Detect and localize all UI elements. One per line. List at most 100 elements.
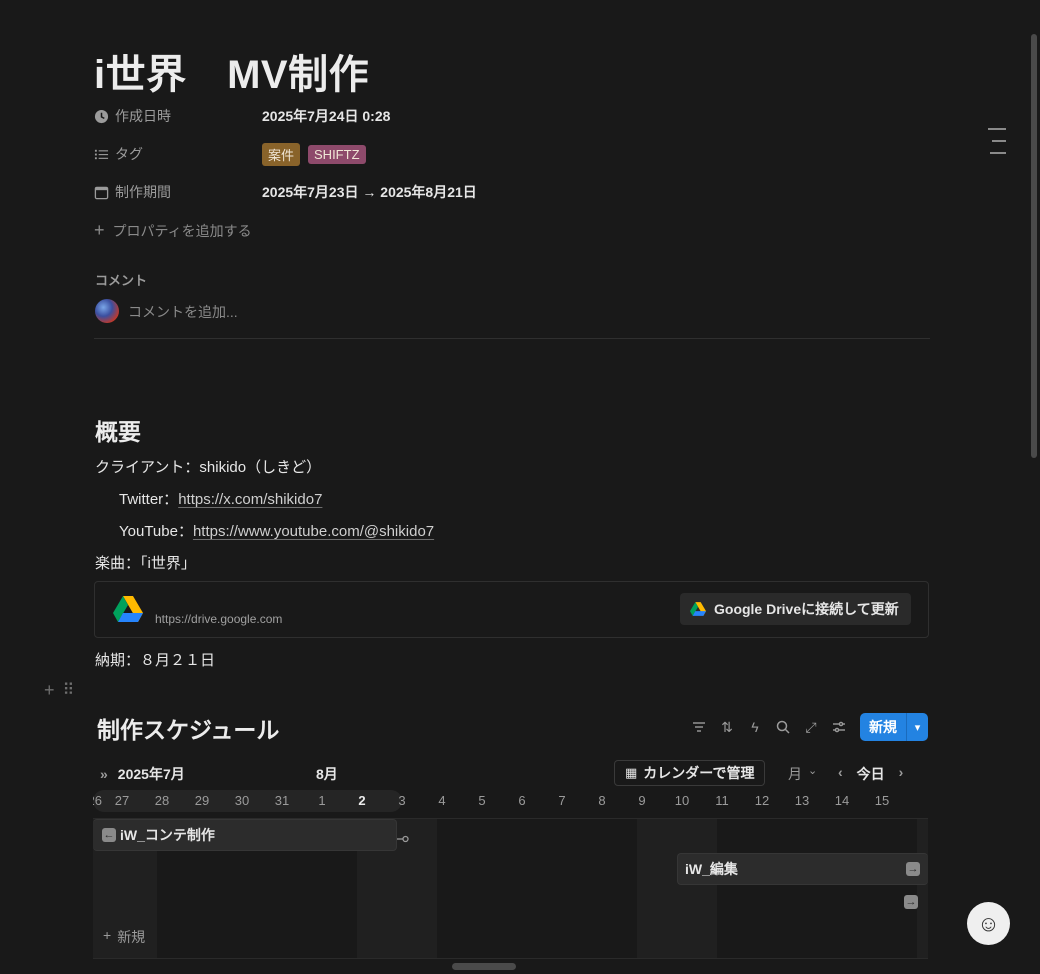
dependency-handle[interactable]: [397, 830, 409, 843]
current-month: 2025年7月: [117, 766, 185, 782]
plus-icon: +: [94, 220, 105, 240]
add-property-button[interactable]: + プロパティを追加する: [94, 220, 252, 241]
arrow-left-icon[interactable]: ←: [102, 828, 116, 842]
day-label: 10: [674, 793, 690, 808]
connect-drive-button[interactable]: Google Driveに接続して更新: [680, 593, 911, 625]
view-select[interactable]: 月 ⌄: [788, 764, 817, 784]
comments-header: コメント: [95, 273, 148, 288]
filter-icon[interactable]: [690, 716, 708, 738]
comment-input[interactable]: コメントを追加...: [128, 302, 238, 322]
day-label: 13: [794, 793, 810, 808]
youtube-label: YouTube：: [119, 523, 193, 540]
google-drive-icon: [113, 596, 143, 622]
property-value: 2025年7月24日 0:28: [262, 108, 391, 124]
day-label: 5: [478, 793, 486, 808]
tag-badge[interactable]: 案件: [262, 142, 301, 166]
chevron-down-icon[interactable]: ▾: [906, 713, 928, 741]
day-label: 3: [398, 793, 406, 808]
manage-calendar-button[interactable]: ▦ カレンダーで管理: [614, 760, 766, 786]
song-line: 楽曲：「i世界」: [95, 555, 196, 572]
plus-icon: +: [103, 927, 112, 943]
next-month-label: 8月: [316, 766, 338, 782]
day-label: 29: [194, 793, 210, 808]
clock-icon: [94, 109, 109, 123]
property-period[interactable]: 制作期間 2025年7月23日 → 2025年8月21日: [94, 180, 477, 204]
day-label: 14: [834, 793, 850, 808]
divider: [94, 338, 930, 339]
page-title[interactable]: i世界 MV制作: [94, 42, 369, 100]
property-label: 作成日時: [115, 108, 171, 124]
month-header: » 2025年7月: [100, 764, 185, 784]
day-label: 8: [598, 793, 606, 808]
settings-icon[interactable]: [830, 716, 848, 738]
table-of-contents[interactable]: [988, 128, 1006, 164]
view-select-label: 月: [788, 766, 802, 782]
chevron-right-icon[interactable]: ›: [899, 764, 904, 784]
youtube-link[interactable]: https://www.youtube.com/@shikido7: [193, 523, 434, 540]
google-drive-icon: [690, 602, 706, 616]
expand-icon[interactable]: ⤢: [802, 716, 820, 738]
day-header-row: 262728293031123456789101112131415: [93, 790, 928, 814]
connect-drive-label: Google Driveに接続して更新: [714, 601, 899, 617]
day-label: 6: [518, 793, 526, 808]
deadline-line: 納期：８月２１日: [95, 652, 216, 669]
arrow-right-icon[interactable]: →: [904, 895, 918, 909]
today-navigation: ‹ 今日 ›: [838, 764, 903, 784]
drive-bookmark[interactable]: https://drive.google.com Google Driveに接続…: [94, 581, 929, 638]
tag-badge[interactable]: SHIFTZ: [308, 144, 366, 164]
sort-icon[interactable]: ⇅: [718, 716, 736, 738]
property-created[interactable]: 作成日時 2025年7月24日 0:28: [94, 104, 390, 128]
today-button[interactable]: 今日: [857, 764, 885, 784]
overview-heading: 概要: [95, 419, 141, 445]
list-icon: [94, 149, 109, 159]
timeline-item-label: iW_編集: [685, 861, 738, 877]
toc-line[interactable]: [988, 128, 1006, 130]
property-label: 制作期間: [115, 184, 171, 200]
twitter-link[interactable]: https://x.com/shikido7: [178, 491, 322, 508]
new-button[interactable]: 新規 ▾: [860, 713, 928, 741]
twitter-line: Twitter：https://x.com/shikido7: [119, 488, 322, 509]
manage-calendar-label: カレンダーで管理: [643, 765, 755, 781]
automation-icon[interactable]: ϟ: [746, 716, 764, 738]
day-label: 7: [558, 793, 566, 808]
day-label: 15: [874, 793, 890, 808]
calendar-icon: [94, 186, 109, 199]
database-toolbar: ⇅ ϟ ⤢: [690, 716, 848, 738]
chevron-down-icon: ⌄: [808, 765, 818, 777]
day-label: 28: [154, 793, 170, 808]
day-label: 26: [93, 793, 102, 808]
calendar-icon: ▦: [625, 765, 638, 780]
search-icon[interactable]: [774, 716, 792, 738]
plus-icon[interactable]: +: [44, 680, 55, 701]
timeline-item[interactable]: ← iW_コンテ制作: [93, 819, 397, 851]
help-assistant-icon[interactable]: ☺: [967, 902, 1010, 945]
block-handle[interactable]: + ⠿: [44, 680, 75, 701]
add-property-label: プロパティを追加する: [112, 222, 252, 239]
timeline-grid[interactable]: ← iW_コンテ制作 iW_編集 → → + 新規: [93, 818, 928, 959]
twitter-label: Twitter：: [119, 491, 179, 508]
vertical-scrollbar[interactable]: [1031, 34, 1037, 458]
avatar: [95, 299, 119, 323]
day-label: 27: [114, 793, 130, 808]
day-label: 12: [754, 793, 770, 808]
toc-line[interactable]: [992, 140, 1006, 142]
toc-line[interactable]: [990, 152, 1006, 154]
day-label: 11: [715, 793, 729, 808]
day-label: 31: [274, 793, 290, 808]
timeline-item[interactable]: iW_編集 →: [677, 853, 928, 885]
timeline-new-button[interactable]: + 新規: [103, 927, 145, 947]
weekend-column: [637, 819, 717, 958]
horizontal-scrollbar[interactable]: [452, 963, 516, 970]
chevron-left-icon[interactable]: ‹: [838, 764, 843, 784]
day-label: 9: [638, 793, 646, 808]
day-label: 1: [318, 793, 326, 808]
schedule-title[interactable]: 制作スケジュール: [97, 711, 279, 745]
drag-handle-icon[interactable]: ⠿: [63, 680, 75, 701]
collapse-icon[interactable]: »: [100, 766, 108, 782]
drive-url: https://drive.google.com: [155, 612, 283, 626]
arrow-right-icon[interactable]: →: [906, 862, 920, 876]
property-tags[interactable]: タグ 案件 SHIFTZ: [94, 142, 366, 166]
property-label: タグ: [115, 146, 143, 162]
client-line: クライアント：shikido（しきど）: [95, 459, 322, 476]
day-label: 30: [234, 793, 250, 808]
